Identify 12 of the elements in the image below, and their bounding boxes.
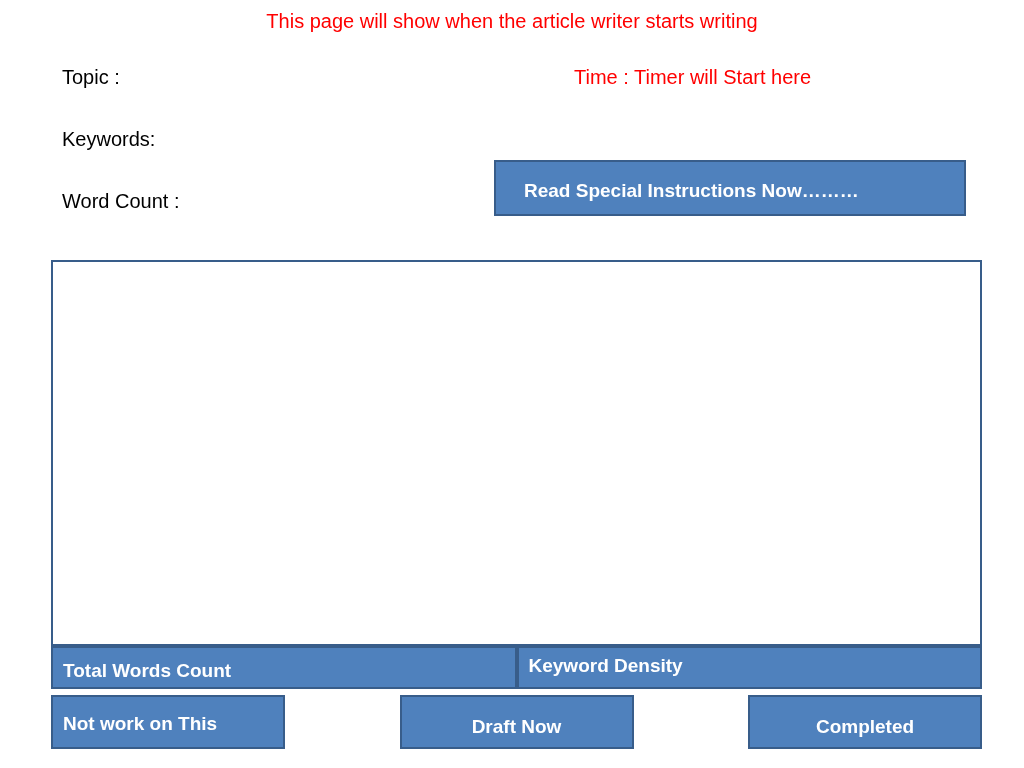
action-button[interactable]: Draft Now xyxy=(399,695,634,749)
stat-bar: Total Words Count xyxy=(51,646,517,689)
field-label: Word Count : xyxy=(62,189,181,214)
field-label: Keywords: xyxy=(62,127,157,152)
instructions-button[interactable]: Read Special Instructions Now……… xyxy=(494,160,966,216)
action-button[interactable]: Not work on This xyxy=(51,695,285,749)
page-heading: This page will show when the article writer starts writing xyxy=(265,9,759,34)
article-editor[interactable] xyxy=(51,260,982,646)
stat-bar: Keyword Density xyxy=(516,646,982,689)
action-button[interactable]: Completed xyxy=(748,695,982,749)
timer-text: Time : Timer will Start here xyxy=(574,65,813,90)
field-label: Topic : xyxy=(62,65,121,90)
